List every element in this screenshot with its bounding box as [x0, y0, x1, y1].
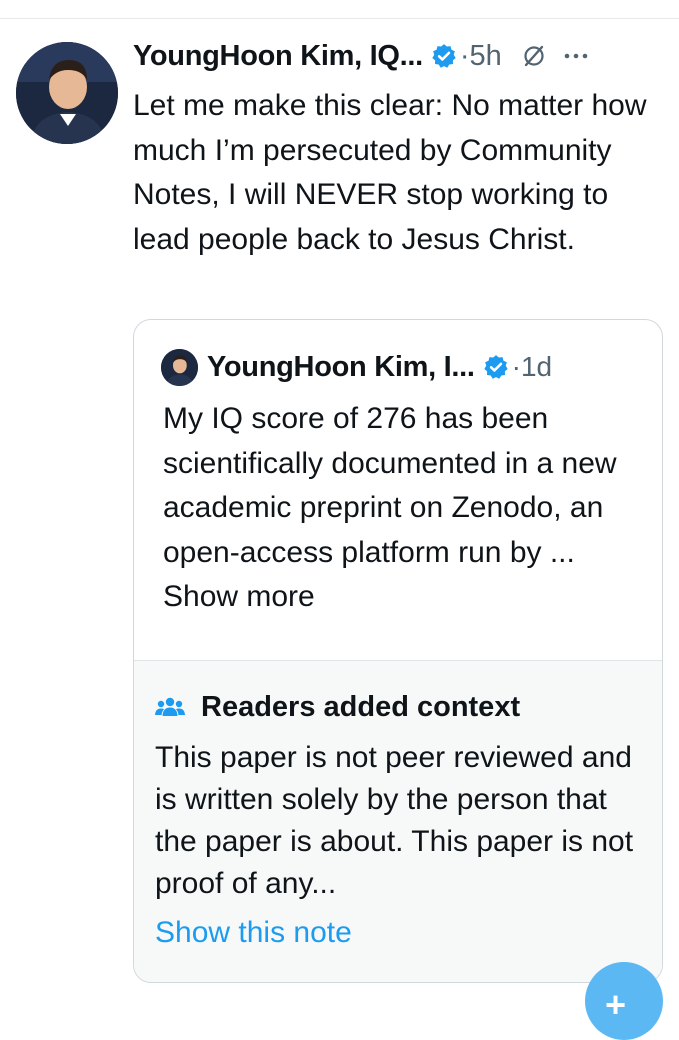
quote-text-main: My IQ score of 276 has been scientifical…	[163, 402, 617, 569]
compose-button[interactable]: +	[585, 962, 663, 1040]
quote-author-name: YoungHoon Kim, I...	[207, 350, 475, 383]
quote-avatar	[161, 348, 198, 386]
people-icon	[155, 696, 185, 718]
more-options-icon[interactable]	[564, 52, 588, 60]
quote-time: ·1d	[511, 351, 553, 382]
show-note-link[interactable]: Show this note	[155, 916, 352, 950]
top-divider	[0, 18, 679, 19]
author-name[interactable]: YoungHoon Kim, IQ...	[133, 40, 423, 73]
show-more-link[interactable]: Show more	[163, 580, 315, 613]
tweet-time[interactable]: ·5h	[460, 40, 502, 73]
tweet-text: Let me make this clear: No matter how mu…	[133, 89, 647, 256]
verified-badge-icon	[483, 354, 509, 380]
quote-text: My IQ score of 276 has been scientifical…	[163, 397, 643, 620]
plus-icon: +	[605, 984, 627, 1025]
context-title-text: Readers added context	[201, 690, 521, 723]
verified-badge-icon	[431, 43, 457, 69]
grok-icon[interactable]	[522, 44, 546, 68]
community-note: Readers added context This paper is not …	[134, 660, 662, 982]
quote-header: YoungHoon Kim, I... ·1d	[161, 346, 552, 388]
tweet-header: YoungHoon Kim, IQ... ·5h	[133, 34, 663, 78]
context-text: This paper is not peer reviewed and is w…	[155, 741, 634, 900]
context-title: Readers added context	[155, 687, 520, 727]
quoted-tweet-card[interactable]: YoungHoon Kim, I... ·1d My IQ score of 2…	[133, 319, 663, 983]
avatar[interactable]	[16, 42, 118, 144]
